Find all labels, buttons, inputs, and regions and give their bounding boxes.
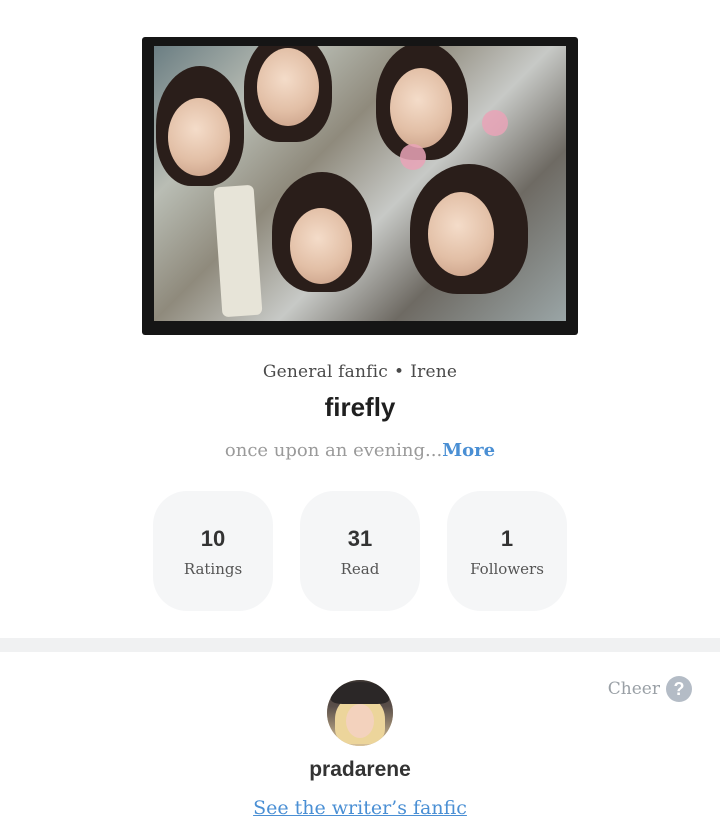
photo-figure-face: [390, 68, 452, 148]
story-title: firefly: [324, 392, 396, 422]
cover-photo: [154, 46, 566, 321]
cheer-button[interactable]: Cheer ?: [608, 676, 692, 702]
stat-value: 31: [347, 526, 373, 551]
story-tag[interactable]: Irene: [410, 362, 457, 382]
photo-figure-face: [168, 98, 230, 176]
story-genre: General fanfic: [262, 362, 389, 382]
stat-label: Read: [340, 560, 380, 578]
story-detail-page: General fanfic • Irene firefly once upon a…: [0, 0, 720, 832]
stat-followers[interactable]: 1 Followers: [447, 491, 567, 611]
photo-figure-face: [290, 208, 352, 284]
avatar-face: [346, 704, 374, 738]
photo-pink-circle: [482, 110, 508, 136]
stat-ratings[interactable]: 10 Ratings: [153, 491, 273, 611]
photo-pink-circle: [400, 144, 426, 170]
stat-label: Followers: [470, 560, 544, 578]
cheer-label: Cheer: [607, 679, 660, 699]
cover-image[interactable]: [142, 37, 578, 335]
photo-cup: [213, 184, 263, 318]
story-meta: General fanfic • Irene: [0, 362, 720, 382]
stat-label: Ratings: [183, 560, 243, 578]
photo-figure-face: [428, 192, 494, 276]
stat-value: 10: [200, 526, 226, 551]
section-divider: [0, 638, 720, 652]
see-writer-fanfic-link[interactable]: See the writer’s fanfic: [0, 797, 720, 819]
help-icon[interactable]: ?: [666, 676, 692, 702]
story-description: once upon an evening...More: [0, 440, 720, 461]
writer-name[interactable]: pradarene: [0, 758, 720, 782]
photo-figure-face: [257, 48, 319, 126]
writer-avatar[interactable]: [327, 680, 393, 746]
stats-row: 10 Ratings 31 Read 1 Followers: [153, 491, 567, 611]
avatar-hat: [331, 682, 389, 704]
stat-value: 1: [500, 526, 514, 551]
stat-read[interactable]: 31 Read: [300, 491, 420, 611]
more-link[interactable]: More: [442, 440, 495, 461]
meta-separator: •: [394, 362, 405, 382]
description-text: once upon an evening...: [224, 440, 443, 461]
